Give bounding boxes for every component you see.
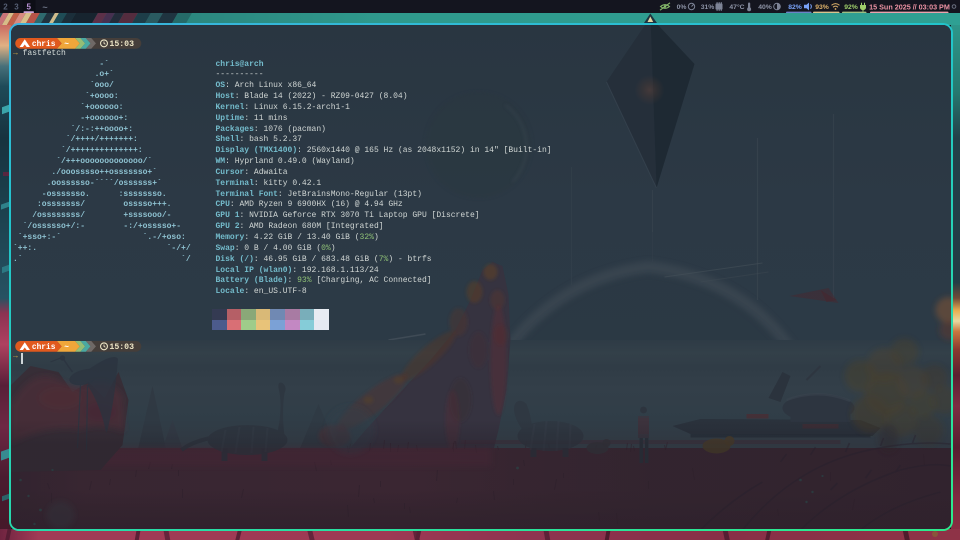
svg-text:15:03: 15:03: [109, 40, 134, 49]
svg-text:40%: 40%: [758, 4, 772, 11]
svg-text:82%: 82%: [788, 4, 802, 11]
svg-text:5: 5: [26, 3, 31, 12]
svg-text:~: ~: [64, 40, 69, 49]
svg-text:15:03: 15:03: [109, 343, 134, 352]
svg-text:~: ~: [64, 343, 69, 352]
svg-text:93%: 93%: [815, 4, 829, 11]
svg-text:3: 3: [14, 3, 19, 12]
svg-text:47°C: 47°C: [729, 3, 744, 11]
svg-text:15 Sun 2025 // 03:03 PM: 15 Sun 2025 // 03:03 PM: [869, 2, 950, 11]
svg-text:2: 2: [3, 3, 8, 12]
svg-text:chris: chris: [32, 343, 56, 352]
svg-text:31%: 31%: [701, 4, 715, 11]
svg-text:92%: 92%: [844, 4, 858, 11]
svg-text:~: ~: [42, 3, 47, 13]
svg-text:chris: chris: [32, 40, 56, 49]
svg-text:0%: 0%: [677, 4, 687, 11]
